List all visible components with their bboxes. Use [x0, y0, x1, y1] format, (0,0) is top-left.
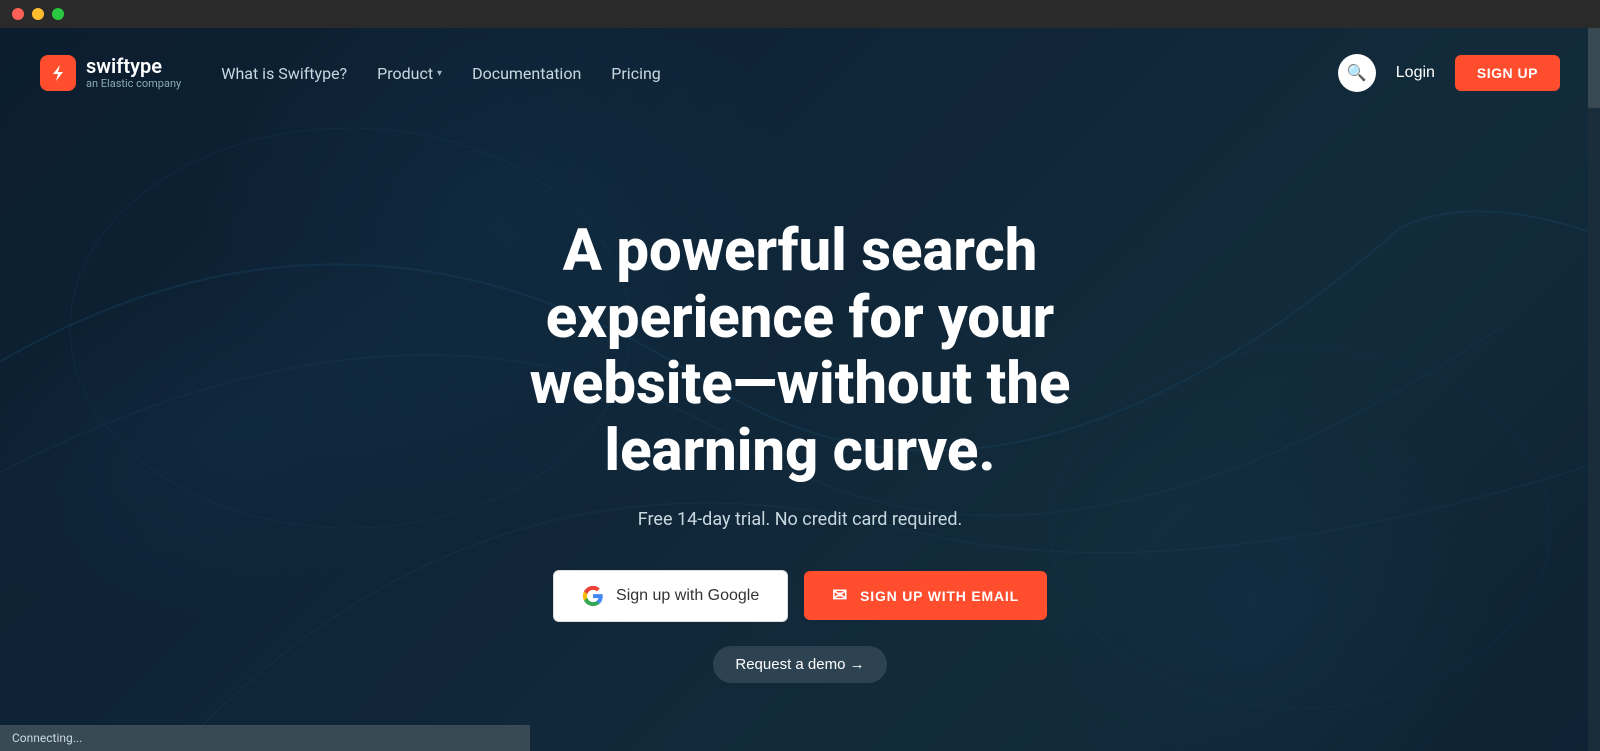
email-icon: ✉: [832, 585, 848, 606]
login-button[interactable]: Login: [1396, 64, 1435, 82]
hero-subtitle: Free 14-day trial. No credit card requir…: [638, 509, 962, 530]
hero-title: A powerful search experience for your we…: [440, 218, 1160, 485]
close-button[interactable]: [12, 8, 24, 20]
hero-actions: Sign up with Google ✉ SIGN UP WITH EMAIL: [553, 570, 1047, 622]
signup-email-button[interactable]: ✉ SIGN UP WITH EMAIL: [804, 571, 1047, 620]
window-chrome: [0, 0, 1600, 28]
minimize-button[interactable]: [32, 8, 44, 20]
signup-email-label: SIGN UP WITH EMAIL: [860, 588, 1019, 604]
nav-links: What is Swiftype? Product ▾ Documentatio…: [221, 64, 1338, 83]
signup-button[interactable]: SIGN UP: [1455, 55, 1560, 91]
hero-section: A powerful search experience for your we…: [0, 118, 1600, 683]
signup-google-button[interactable]: Sign up with Google: [553, 570, 788, 622]
navbar: swiftype an Elastic company What is Swif…: [0, 28, 1600, 118]
chevron-down-icon: ▾: [437, 68, 442, 79]
nav-item-what-is-swiftype[interactable]: What is Swiftype?: [221, 64, 347, 83]
main-page: swiftype an Elastic company What is Swif…: [0, 28, 1600, 751]
search-icon: 🔍: [1347, 63, 1367, 83]
request-demo-button[interactable]: Request a demo →: [713, 646, 886, 683]
nav-item-pricing[interactable]: Pricing: [611, 64, 661, 83]
status-bar: Connecting...: [0, 725, 530, 751]
nav-right: 🔍 Login SIGN UP: [1338, 54, 1560, 92]
maximize-button[interactable]: [52, 8, 64, 20]
search-button[interactable]: 🔍: [1338, 54, 1376, 92]
nav-item-documentation[interactable]: Documentation: [472, 64, 581, 83]
signup-google-label: Sign up with Google: [616, 587, 759, 605]
nav-item-product[interactable]: Product ▾: [377, 64, 442, 83]
google-icon: [582, 585, 604, 607]
logo-icon: [40, 55, 76, 91]
logo[interactable]: swiftype an Elastic company: [40, 55, 181, 91]
logo-text: swiftype an Elastic company: [86, 55, 181, 90]
logo-name: swiftype: [86, 55, 181, 77]
status-text: Connecting...: [12, 731, 82, 745]
logo-sub: an Elastic company: [86, 77, 181, 90]
